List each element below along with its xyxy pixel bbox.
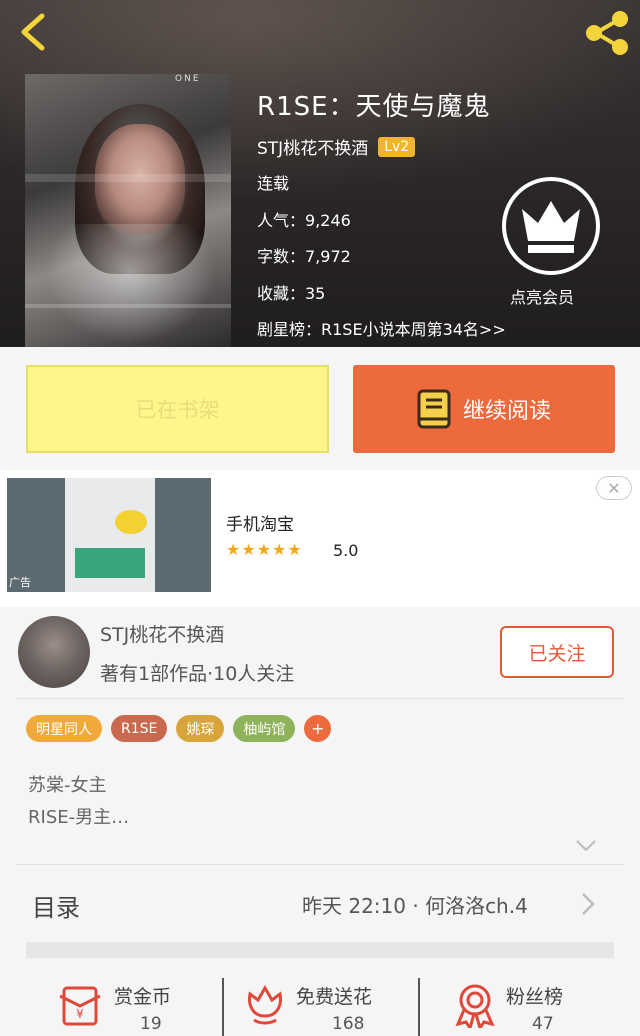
author-level-badge: Lv2 [378, 136, 416, 157]
stat-value: 168 [332, 1014, 365, 1034]
book-title: R1SE：天使与魔鬼 [257, 92, 491, 122]
award-ribbon-icon [455, 984, 495, 1028]
red-envelope-icon: ¥ [59, 986, 101, 1026]
share-icon [586, 11, 628, 55]
send-flower-button[interactable]: 免费送花 168 [240, 978, 410, 1036]
crown-icon [522, 201, 580, 253]
fan-ranking-button[interactable]: 粉丝榜 47 [450, 978, 600, 1036]
description-line: 苏棠-女主 [28, 775, 107, 796]
book-icon [417, 389, 451, 429]
book-cover[interactable]: ONE [25, 74, 231, 347]
vip-button[interactable] [502, 177, 600, 275]
ad-rating-value: 5.0 [333, 541, 359, 560]
ad-banner[interactable]: 广告 [0, 470, 640, 607]
tag-chip[interactable]: 明星同人 [26, 715, 102, 742]
close-icon: ✕ [607, 478, 621, 498]
avatar[interactable] [18, 616, 90, 688]
author-name[interactable]: STJ桃花不换酒 [100, 620, 224, 647]
divider [16, 864, 624, 865]
ad-star-rating: ★★★★★ [226, 540, 303, 559]
follow-button[interactable]: 已关注 [500, 626, 614, 678]
toc-latest-chapter[interactable]: 昨天 22:10 · 何洛洛ch.4 [302, 890, 528, 919]
chevron-down-icon[interactable] [574, 838, 598, 854]
book-favorites: 收藏：35 [257, 284, 326, 303]
ad-tag: 广告 [9, 576, 31, 589]
add-tag-button[interactable]: + [304, 715, 332, 742]
cover-glitter [45, 224, 215, 344]
book-popularity: 人气：9,246 [257, 211, 351, 230]
ad-coupon-card [75, 548, 145, 578]
vip-label[interactable]: 点亮会员 [510, 284, 574, 308]
stat-value: 19 [140, 1014, 162, 1034]
author-stats: 著有1部作品·10人关注 [100, 663, 295, 685]
ad-thumbnail[interactable]: 广告 [7, 478, 211, 592]
divider [222, 978, 224, 1036]
book-header: ONE R1SE：天使与魔鬼 STJ桃花不换酒 Lv2 连载 人气：9,246 … [0, 0, 640, 347]
book-word-count: 字数：7,972 [257, 247, 351, 266]
share-button[interactable] [582, 8, 632, 58]
tip-coins-button[interactable]: ¥ 赏金币 19 [56, 978, 196, 1036]
tag-chip[interactable]: R1SE [111, 715, 168, 742]
divider [418, 978, 420, 1036]
ad-toy-image [115, 510, 147, 534]
divider [16, 698, 624, 699]
continue-reading-label: 继续阅读 [462, 399, 551, 424]
book-status: 连载 [257, 174, 290, 193]
book-ranking-link[interactable]: 剧星榜：R1SE小说本周第34名>> [257, 316, 506, 340]
description-line: RISE-男主… [28, 807, 130, 828]
cover-text: ONE [175, 74, 201, 84]
back-button[interactable] [14, 10, 58, 54]
toc-label[interactable]: 目录 [32, 888, 80, 923]
in-shelf-button[interactable]: 已在书架 [26, 365, 329, 453]
cover-streak [25, 174, 231, 182]
tag-list: 明星同人 R1SE 姚琛 柚屿馆 + [26, 715, 332, 742]
section-separator [26, 942, 614, 958]
stat-value: 47 [532, 1014, 554, 1034]
tag-chip[interactable]: 姚琛 [176, 715, 225, 742]
flower-icon [248, 985, 282, 1025]
continue-reading-button[interactable]: 继续阅读 [353, 365, 615, 453]
svg-text:¥: ¥ [76, 1007, 84, 1021]
stat-label: 粉丝榜 [506, 986, 564, 1008]
back-arrow-icon [21, 13, 45, 51]
stat-label: 免费送花 [296, 986, 373, 1008]
book-author[interactable]: STJ桃花不换酒 [257, 134, 368, 159]
ad-app-name[interactable]: 手机淘宝 [226, 510, 294, 535]
book-author-line[interactable]: STJ桃花不换酒 Lv2 [257, 134, 416, 159]
stat-label: 赏金币 [114, 986, 172, 1008]
chevron-right-icon[interactable] [580, 891, 596, 917]
tag-chip[interactable]: 柚屿馆 [233, 715, 296, 742]
cover-streak [25, 304, 231, 308]
ad-close-button[interactable]: ✕ [596, 476, 632, 500]
